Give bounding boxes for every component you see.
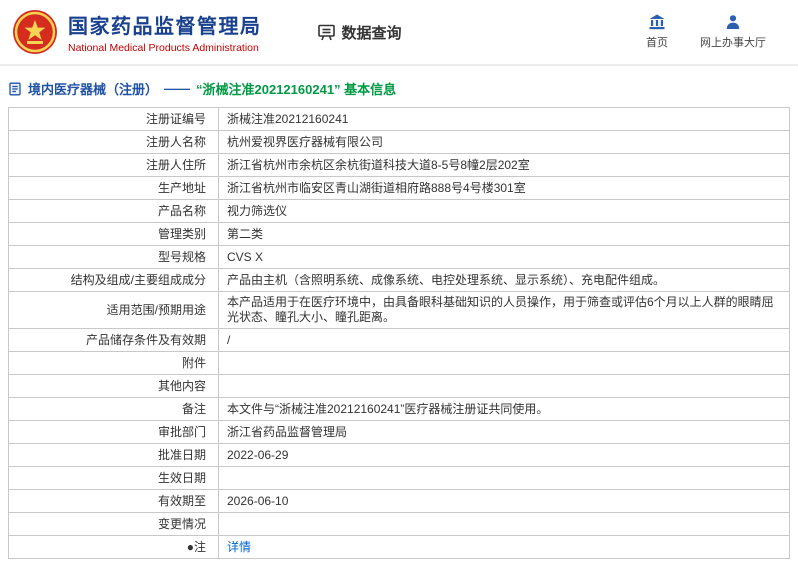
- row-value: 浙械注准20212160241: [227, 111, 349, 126]
- top-nav: 首页 网上办事大厅: [646, 14, 766, 50]
- nav-home[interactable]: 首页: [646, 14, 668, 50]
- table-row: 其他内容: [9, 375, 789, 398]
- row-label: 注册人住所: [9, 154, 219, 176]
- row-label: 审批部门: [9, 421, 219, 443]
- row-value: [219, 352, 789, 374]
- org-name-en: National Medical Products Administration: [68, 42, 259, 54]
- row-value: 浙江省药品监督管理局: [227, 424, 348, 439]
- row-value: [219, 375, 789, 397]
- breadcrumb-section: 境内医疗器械（注册）: [28, 82, 159, 97]
- table-row: 型号规格 CVS X: [9, 246, 789, 269]
- row-label: 备注: [9, 398, 219, 420]
- table-row: 注册人名称 杭州爱视界医疗器械有限公司: [9, 131, 789, 154]
- breadcrumb: 境内医疗器械（注册） —— “浙械注准20212160241” 基本信息: [0, 66, 798, 107]
- row-value: 详情: [219, 536, 789, 558]
- document-icon: [9, 82, 21, 95]
- table-row: 附件: [9, 352, 789, 375]
- row-label: 注册人名称: [9, 131, 219, 153]
- row-value: 杭州爱视界医疗器械有限公司: [227, 134, 384, 149]
- table-row: 适用范围/预期用途 本产品适用于在医疗环境中，由具备眼科基础知识的人员操作，用于筛…: [9, 292, 789, 329]
- table-row: 生效日期: [9, 467, 789, 490]
- info-table: 注册证编号 浙械注准20212160241 注册人名称 杭州爱视界医疗器械有限公司 注册…: [8, 107, 790, 559]
- table-row: 有效期至 2026-06-10: [9, 490, 789, 513]
- table-row: 生产地址 浙江省杭州市临安区青山湖街道相府路888号4号楼301室: [9, 177, 789, 200]
- row-value: 2022-06-29: [227, 447, 289, 462]
- user-icon: [726, 15, 740, 29]
- data-query-label: 数据查询: [341, 24, 402, 42]
- page-title: “浙械注准20212160241” 基本信息: [196, 82, 397, 97]
- data-query-icon: [317, 24, 335, 40]
- data-query-heading: 数据查询: [317, 22, 402, 43]
- table-row: 批准日期 2022-06-29: [9, 444, 789, 467]
- row-value: 本产品适用于在医疗环境中，由具备眼科基础知识的人员操作，用于筛查或评估6个月以上…: [227, 295, 774, 324]
- row-value: /: [227, 332, 231, 347]
- page-header: 国家药品监督管理局 National Medical Products Admi…: [0, 0, 798, 66]
- breadcrumb-separator: ——: [164, 81, 191, 96]
- table-row: 结构及组成/主要组成成分 产品由主机（含照明系统、成像系统、电控处理系统、显示系统…: [9, 269, 789, 292]
- row-label: 变更情况: [9, 513, 219, 535]
- table-row: 审批部门 浙江省药品监督管理局: [9, 421, 789, 444]
- row-value: [219, 513, 789, 535]
- row-value: 产品由主机（含照明系统、成像系统、电控处理系统、显示系统）、充电配件组成。: [227, 272, 666, 287]
- table-row: ●注 详情: [9, 536, 789, 558]
- table-row: 备注 本文件与“浙械注准20212160241”医疗器械注册证共同使用。: [9, 398, 789, 421]
- nav-service-hall-label: 网上办事大厅: [700, 37, 766, 49]
- row-value: 视力筛选仪: [227, 203, 288, 218]
- row-value: 浙江省杭州市临安区青山湖街道相府路888号4号楼301室: [227, 180, 526, 195]
- row-label: 生产地址: [9, 177, 219, 199]
- row-label: 附件: [9, 352, 219, 374]
- row-value: 第二类: [227, 226, 264, 241]
- row-value: 本文件与“浙械注准20212160241”医疗器械注册证共同使用。: [227, 401, 549, 416]
- row-label: 产品名称: [9, 200, 219, 222]
- row-label: 管理类别: [9, 223, 219, 245]
- row-label: 有效期至: [9, 490, 219, 512]
- row-value: [219, 467, 789, 489]
- detail-link[interactable]: 详情: [227, 540, 251, 555]
- table-row: 产品名称 视力筛选仪: [9, 200, 789, 223]
- row-label: 注册证编号: [9, 108, 219, 130]
- row-label: 产品储存条件及有效期: [9, 329, 219, 351]
- table-row: 注册人住所 浙江省杭州市余杭区余杭街道科技大道8-5号8幢2层202室: [9, 154, 789, 177]
- info-table-body: 注册证编号 浙械注准20212160241 注册人名称 杭州爱视界医疗器械有限公司 注册…: [9, 108, 789, 558]
- nav-service-hall[interactable]: 网上办事大厅: [700, 14, 766, 50]
- row-label: 批准日期: [9, 444, 219, 466]
- row-value: 浙江省杭州市余杭区余杭街道科技大道8-5号8幢2层202室: [227, 157, 530, 172]
- row-label: ●注: [9, 536, 219, 558]
- row-label: 生效日期: [9, 467, 219, 489]
- table-row: 管理类别 第二类: [9, 223, 789, 246]
- row-value: CVS X: [227, 249, 264, 264]
- row-label: 结构及组成/主要组成成分: [9, 269, 219, 291]
- row-label: 适用范围/预期用途: [9, 292, 219, 328]
- nav-home-label: 首页: [646, 37, 668, 49]
- national-emblem-icon: [13, 10, 57, 54]
- row-value: 2026-06-10: [227, 493, 289, 508]
- table-row: 产品储存条件及有效期 /: [9, 329, 789, 352]
- org-title-block: 国家药品监督管理局 National Medical Products Admi…: [68, 10, 262, 54]
- table-row: 注册证编号 浙械注准20212160241: [9, 108, 789, 131]
- row-label: 其他内容: [9, 375, 219, 397]
- org-name-cn: 国家药品监督管理局: [68, 16, 262, 38]
- row-label: 型号规格: [9, 246, 219, 268]
- table-row: 变更情况: [9, 513, 789, 536]
- home-icon: [649, 14, 665, 30]
